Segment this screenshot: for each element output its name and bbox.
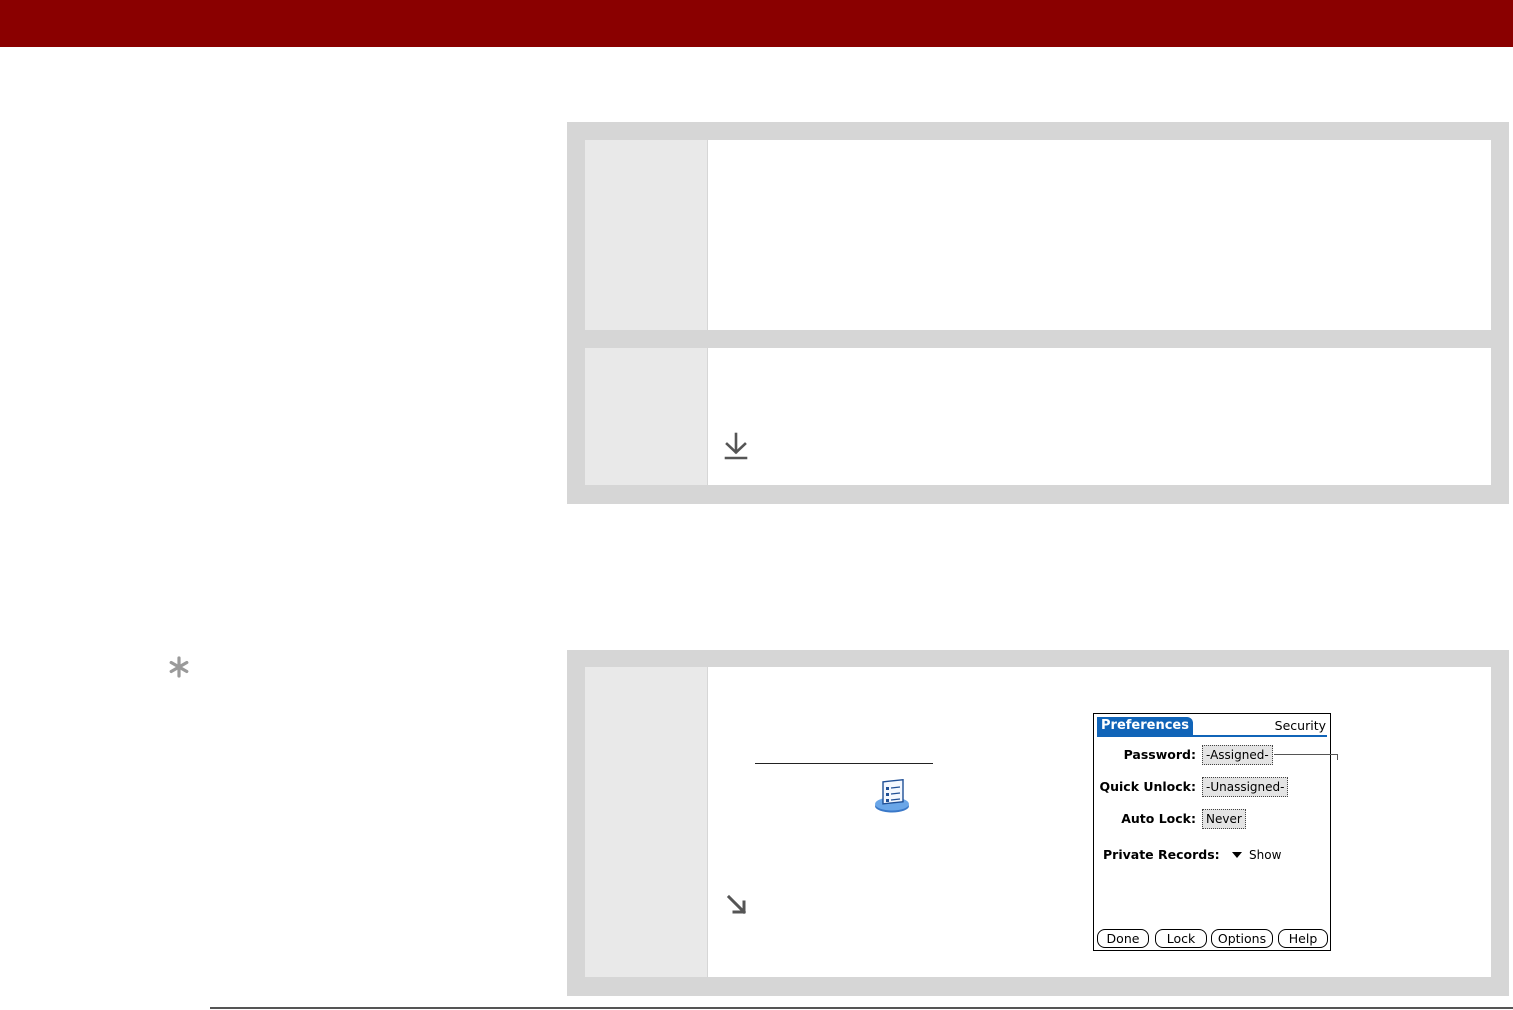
options-button[interactable]: Options bbox=[1211, 929, 1273, 948]
quick-unlock-selector[interactable]: -Unassigned- bbox=[1202, 777, 1289, 797]
callout-line-tick bbox=[1337, 754, 1338, 760]
footer-rule bbox=[210, 1007, 1513, 1009]
password-label: Password: bbox=[1123, 747, 1196, 762]
private-records-picker[interactable]: Show bbox=[1249, 847, 1281, 863]
auto-lock-selector[interactable]: Never bbox=[1202, 809, 1246, 829]
preferences-tab[interactable]: Preferences bbox=[1097, 717, 1193, 735]
arrow-down-to-line-icon bbox=[723, 431, 749, 461]
step-content-cell bbox=[708, 140, 1491, 330]
password-selector[interactable]: -Assigned- bbox=[1202, 745, 1273, 765]
arrow-down-right-icon bbox=[725, 893, 749, 917]
panel-title: Security bbox=[1274, 718, 1326, 733]
step-number-cell bbox=[585, 140, 707, 330]
help-button[interactable]: Help bbox=[1278, 929, 1328, 948]
preferences-app-icon[interactable] bbox=[872, 778, 912, 815]
dropdown-triangle-icon[interactable] bbox=[1232, 852, 1242, 858]
asterisk-icon bbox=[168, 656, 190, 678]
auto-lock-label: Auto Lock: bbox=[1121, 811, 1196, 826]
palm-security-screen: Preferences Security Password: -Assigned… bbox=[1093, 713, 1331, 951]
step-content-cell bbox=[708, 348, 1491, 485]
private-records-label: Private Records: bbox=[1103, 847, 1220, 862]
title-rule bbox=[1097, 735, 1327, 737]
steps-panel-lower bbox=[567, 650, 1509, 996]
link-underline[interactable] bbox=[755, 763, 933, 764]
steps-panel-upper bbox=[567, 122, 1509, 504]
lock-button[interactable]: Lock bbox=[1155, 929, 1207, 948]
quick-unlock-label: Quick Unlock: bbox=[1099, 779, 1196, 794]
done-button[interactable]: Done bbox=[1097, 929, 1149, 948]
step-number-cell bbox=[585, 348, 707, 485]
header-bar bbox=[0, 0, 1513, 47]
step-number-cell bbox=[585, 667, 707, 977]
callout-line bbox=[1274, 754, 1338, 755]
